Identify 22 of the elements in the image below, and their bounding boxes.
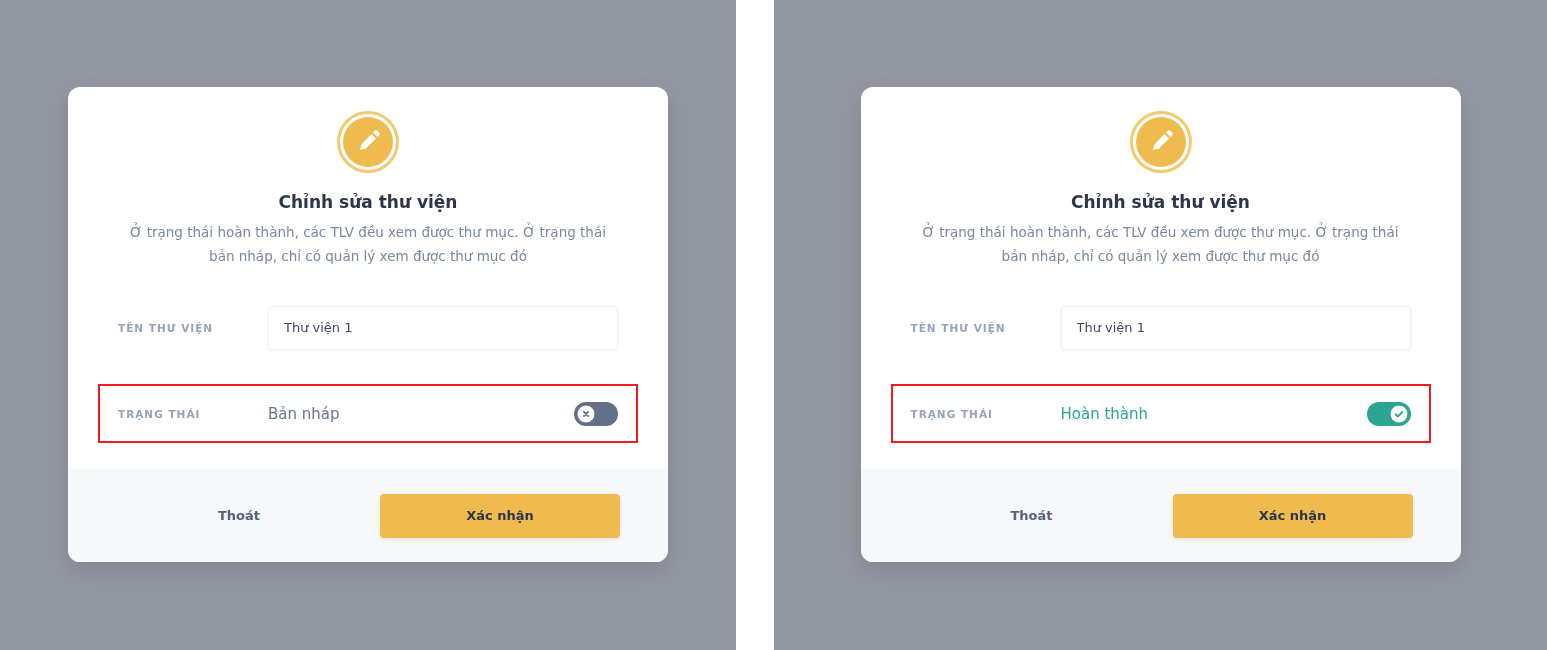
status-toggle[interactable] [1366, 401, 1411, 426]
cancel-button[interactable]: Thoát [890, 507, 1173, 524]
library-name-field[interactable]: Thư viện 1 [1060, 305, 1411, 350]
field-label: TÊN THƯ VIỆN [118, 321, 215, 334]
pencil-icon [337, 111, 399, 173]
status-value: Bản nháp [268, 404, 341, 423]
library-name-field[interactable]: Thư viện 1 [268, 305, 618, 350]
dialog-description: Ở trạng thái hoàn thành, các TLV đều xem được thư mục. Ở trạng thái bản nháp, chỉ có quản lý xem được thư mục đó [129, 221, 607, 266]
confirm-button[interactable]: Xác nhận [1172, 493, 1413, 538]
check-icon [1388, 403, 1409, 424]
status-value: Hoàn thành [1060, 404, 1150, 423]
field-label: TRẠNG THÁI [118, 407, 202, 420]
pencil-icon [1129, 111, 1192, 173]
status-toggle[interactable] [574, 401, 618, 426]
dialog-description: Ở trạng thái hoàn thành, các TLV đều xem được thư mục. Ở trạng thái bản nháp, chỉ có quản lý xem được thư mục đó [921, 221, 1400, 266]
dialog-title: Chỉnh sửa thư viện [1071, 192, 1250, 212]
dialog-title: Chỉnh sửa thư viện [278, 192, 458, 212]
field-label: TÊN THƯ VIỆN [910, 321, 1007, 334]
field-label: TRẠNG THÁI [910, 407, 994, 420]
cross-icon [576, 403, 596, 424]
confirm-button[interactable]: Xác nhận [380, 493, 620, 538]
cancel-button[interactable]: Thoát [98, 507, 380, 524]
